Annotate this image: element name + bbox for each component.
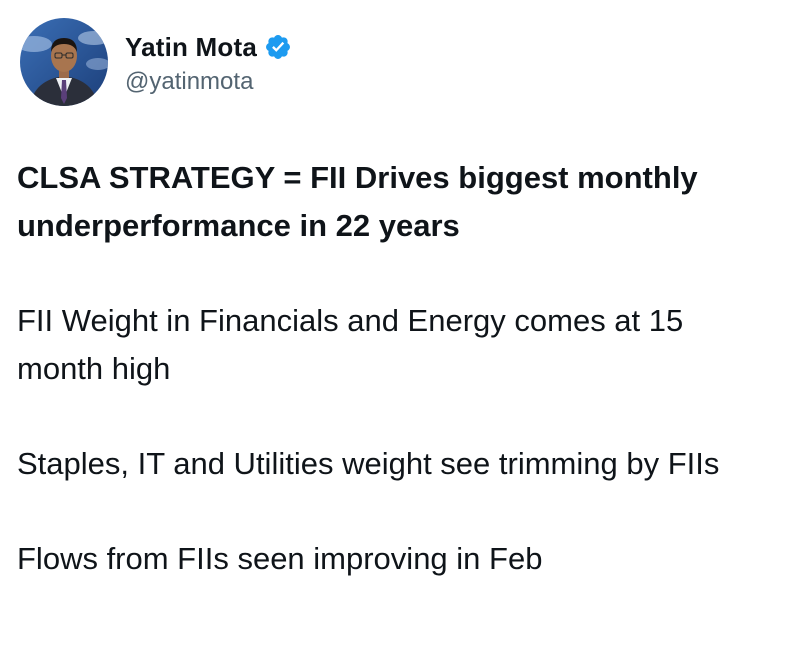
author-info: Yatin Mota @yatinmota xyxy=(125,28,292,96)
avatar[interactable] xyxy=(20,18,108,106)
tweet-paragraph: Flows from FIIs seen improving in Feb xyxy=(17,541,543,576)
tweet-card: Yatin Mota @yatinmota CLSA STRATEGY = FI… xyxy=(0,0,800,655)
tweet-paragraph: FII Weight in Financials and Energy come… xyxy=(17,303,684,386)
tweet-header: Yatin Mota @yatinmota xyxy=(20,18,292,106)
name-row: Yatin Mota xyxy=(125,28,292,66)
avatar-image xyxy=(20,18,108,106)
author-handle[interactable]: @yatinmota xyxy=(125,68,292,96)
tweet-text: CLSA STRATEGY = FII Drives biggest month… xyxy=(17,154,777,583)
tweet-paragraph: Staples, IT and Utilities weight see tri… xyxy=(17,446,720,481)
verified-badge-icon xyxy=(264,33,292,61)
tweet-headline: CLSA STRATEGY = FII Drives biggest month… xyxy=(17,160,698,243)
author-display-name[interactable]: Yatin Mota xyxy=(125,32,257,63)
